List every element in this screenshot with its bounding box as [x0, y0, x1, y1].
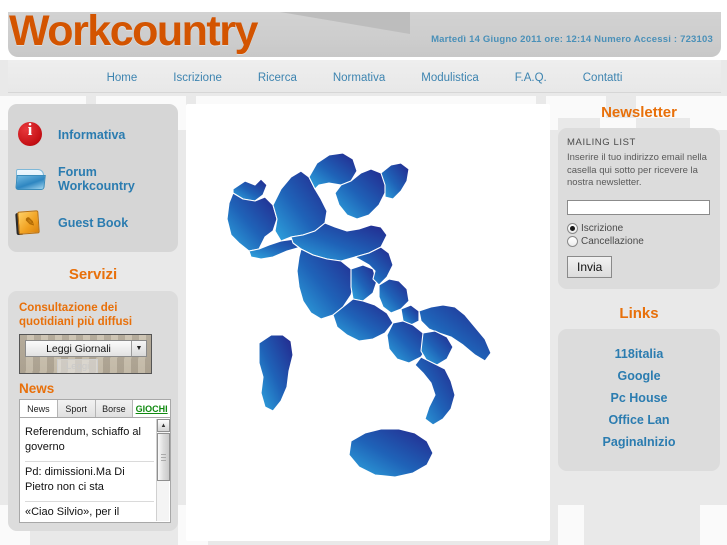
nav-link-home[interactable]: Home — [107, 72, 138, 84]
submit-button[interactable]: Invia — [567, 255, 613, 278]
nav-link-modulistica[interactable]: Modulistica — [421, 72, 479, 84]
radio-label-cancellazione: Cancellazione — [581, 235, 644, 247]
radio-label-iscrizione: Iscrizione — [581, 222, 624, 234]
servizi-panel: Consultazione dei quotidiani più diffusi… — [8, 291, 178, 531]
tab-sport[interactable]: Sport — [57, 400, 96, 417]
giornali-select-value: Leggi Giornali — [46, 342, 111, 355]
nav-link-normativa[interactable]: Normativa — [333, 72, 385, 84]
email-field[interactable] — [567, 199, 710, 215]
news-heading: News — [19, 381, 55, 396]
italy-map[interactable] — [186, 104, 550, 541]
news-list: Referendum, schiaffo al governo Pd: dimi… — [20, 418, 170, 522]
news-item[interactable]: Referendum, schiaffo al governo — [25, 422, 154, 462]
sidebar-item-label: Forum Workcountry — [58, 165, 135, 193]
link-118italia[interactable]: 118italia — [566, 347, 712, 361]
links-heading: Links — [619, 304, 659, 322]
nav-item: Normativa — [333, 68, 385, 86]
link-google[interactable]: Google — [566, 369, 712, 383]
content-columns: Informativa Forum Workcountry ✎ Guest Bo… — [0, 96, 727, 545]
nav-item: Modulistica — [421, 68, 479, 86]
link-pchouse[interactable]: Pc House — [566, 391, 712, 405]
radio-iscrizione[interactable] — [567, 222, 578, 234]
chevron-down-icon: ▼ — [131, 341, 146, 356]
radio-row-cancellazione[interactable]: Cancellazione — [567, 235, 711, 247]
tab-borse[interactable]: Borse — [95, 400, 134, 417]
status-bar-datetime: Martedì 14 Giugno 2011 ore: 12:14 Numero… — [431, 34, 713, 45]
right-sidebar: Newsletter MAILING LIST Inserire il tuo … — [558, 96, 720, 471]
link-officelan[interactable]: Office Lan — [566, 413, 712, 427]
left-sidebar: Informativa Forum Workcountry ✎ Guest Bo… — [8, 104, 178, 531]
page-root: Workcountry Martedì 14 Giugno 2011 ore: … — [0, 0, 727, 545]
news-scrollbar[interactable]: ▲ — [156, 419, 170, 521]
leggi-button[interactable]: Leggi — [57, 359, 99, 373]
servizi-subtitle: Consultazione dei quotidiani più diffusi — [19, 302, 133, 328]
nav-item: Ricerca — [258, 68, 297, 86]
site-header: Workcountry Martedì 14 Giugno 2011 ore: … — [0, 0, 727, 60]
links-panel: 118italia Google Pc House Office Lan Pag… — [558, 328, 720, 471]
mailing-list-label: MAILING LIST — [567, 137, 636, 148]
servizi-heading: Servizi — [68, 266, 118, 283]
nav-link-iscrizione[interactable]: Iscrizione — [173, 72, 222, 84]
radio-cancellazione[interactable] — [567, 235, 578, 247]
nav-link-contatti[interactable]: Contatti — [583, 72, 623, 84]
tab-news[interactable]: News — [20, 400, 58, 417]
scroll-up-icon[interactable]: ▲ — [157, 419, 170, 432]
sidebar-item-informativa[interactable]: Informativa — [16, 120, 170, 150]
giornali-widget: Leggi Giornali ▼ Leggi — [19, 334, 152, 374]
news-tabs: News Sport Borse GIOCHI — [20, 400, 170, 418]
giornali-select[interactable]: Leggi Giornali ▼ — [25, 340, 147, 357]
italy-map-svg — [226, 151, 492, 478]
newsletter-heading: Newsletter — [601, 104, 677, 121]
nav-link-ricerca[interactable]: Ricerca — [258, 72, 297, 84]
radio-row-iscrizione[interactable]: Iscrizione — [567, 222, 711, 234]
nav-link-faq[interactable]: F.A.Q. — [515, 72, 547, 84]
newsletter-description: Inserire il tuo indirizzo email nella ca… — [567, 152, 707, 188]
link-paginainizio[interactable]: PaginaInizio — [566, 435, 712, 449]
tab-giochi[interactable]: GIOCHI — [133, 400, 170, 417]
info-circle-icon — [16, 120, 48, 150]
nav-list: Home Iscrizione Ricerca Normativa Moduli… — [8, 60, 721, 93]
news-item[interactable]: Pd: dimissioni.Ma Di Pietro non ci sta — [25, 462, 154, 502]
site-logo[interactable]: Workcountry — [9, 7, 258, 56]
folder-icon — [15, 164, 48, 194]
scrollbar-thumb[interactable] — [157, 433, 170, 481]
nav-item: Iscrizione — [173, 68, 222, 86]
main-content — [186, 104, 550, 541]
sidebar-item-label: Guest Book — [58, 216, 129, 230]
nav-item: F.A.Q. — [515, 68, 547, 86]
newsletter-panel: MAILING LIST Inserire il tuo indirizzo e… — [558, 128, 720, 289]
news-item[interactable]: «Ciao Silvio», per il popolo di Facebook… — [25, 502, 154, 522]
nav-item: Home — [107, 68, 138, 86]
sidebar-item-label: Informativa — [58, 128, 126, 142]
news-widget: News Sport Borse GIOCHI Referendum, schi… — [19, 399, 171, 523]
sidebar-item-guestbook[interactable]: ✎ Guest Book — [15, 208, 170, 238]
book-icon: ✎ — [15, 208, 48, 238]
shortcuts-panel: Informativa Forum Workcountry ✎ Guest Bo… — [8, 104, 178, 252]
sidebar-item-forum[interactable]: Forum Workcountry — [15, 164, 170, 194]
nav-item: Contatti — [583, 68, 623, 86]
main-navigation: Home Iscrizione Ricerca Normativa Moduli… — [8, 60, 721, 93]
